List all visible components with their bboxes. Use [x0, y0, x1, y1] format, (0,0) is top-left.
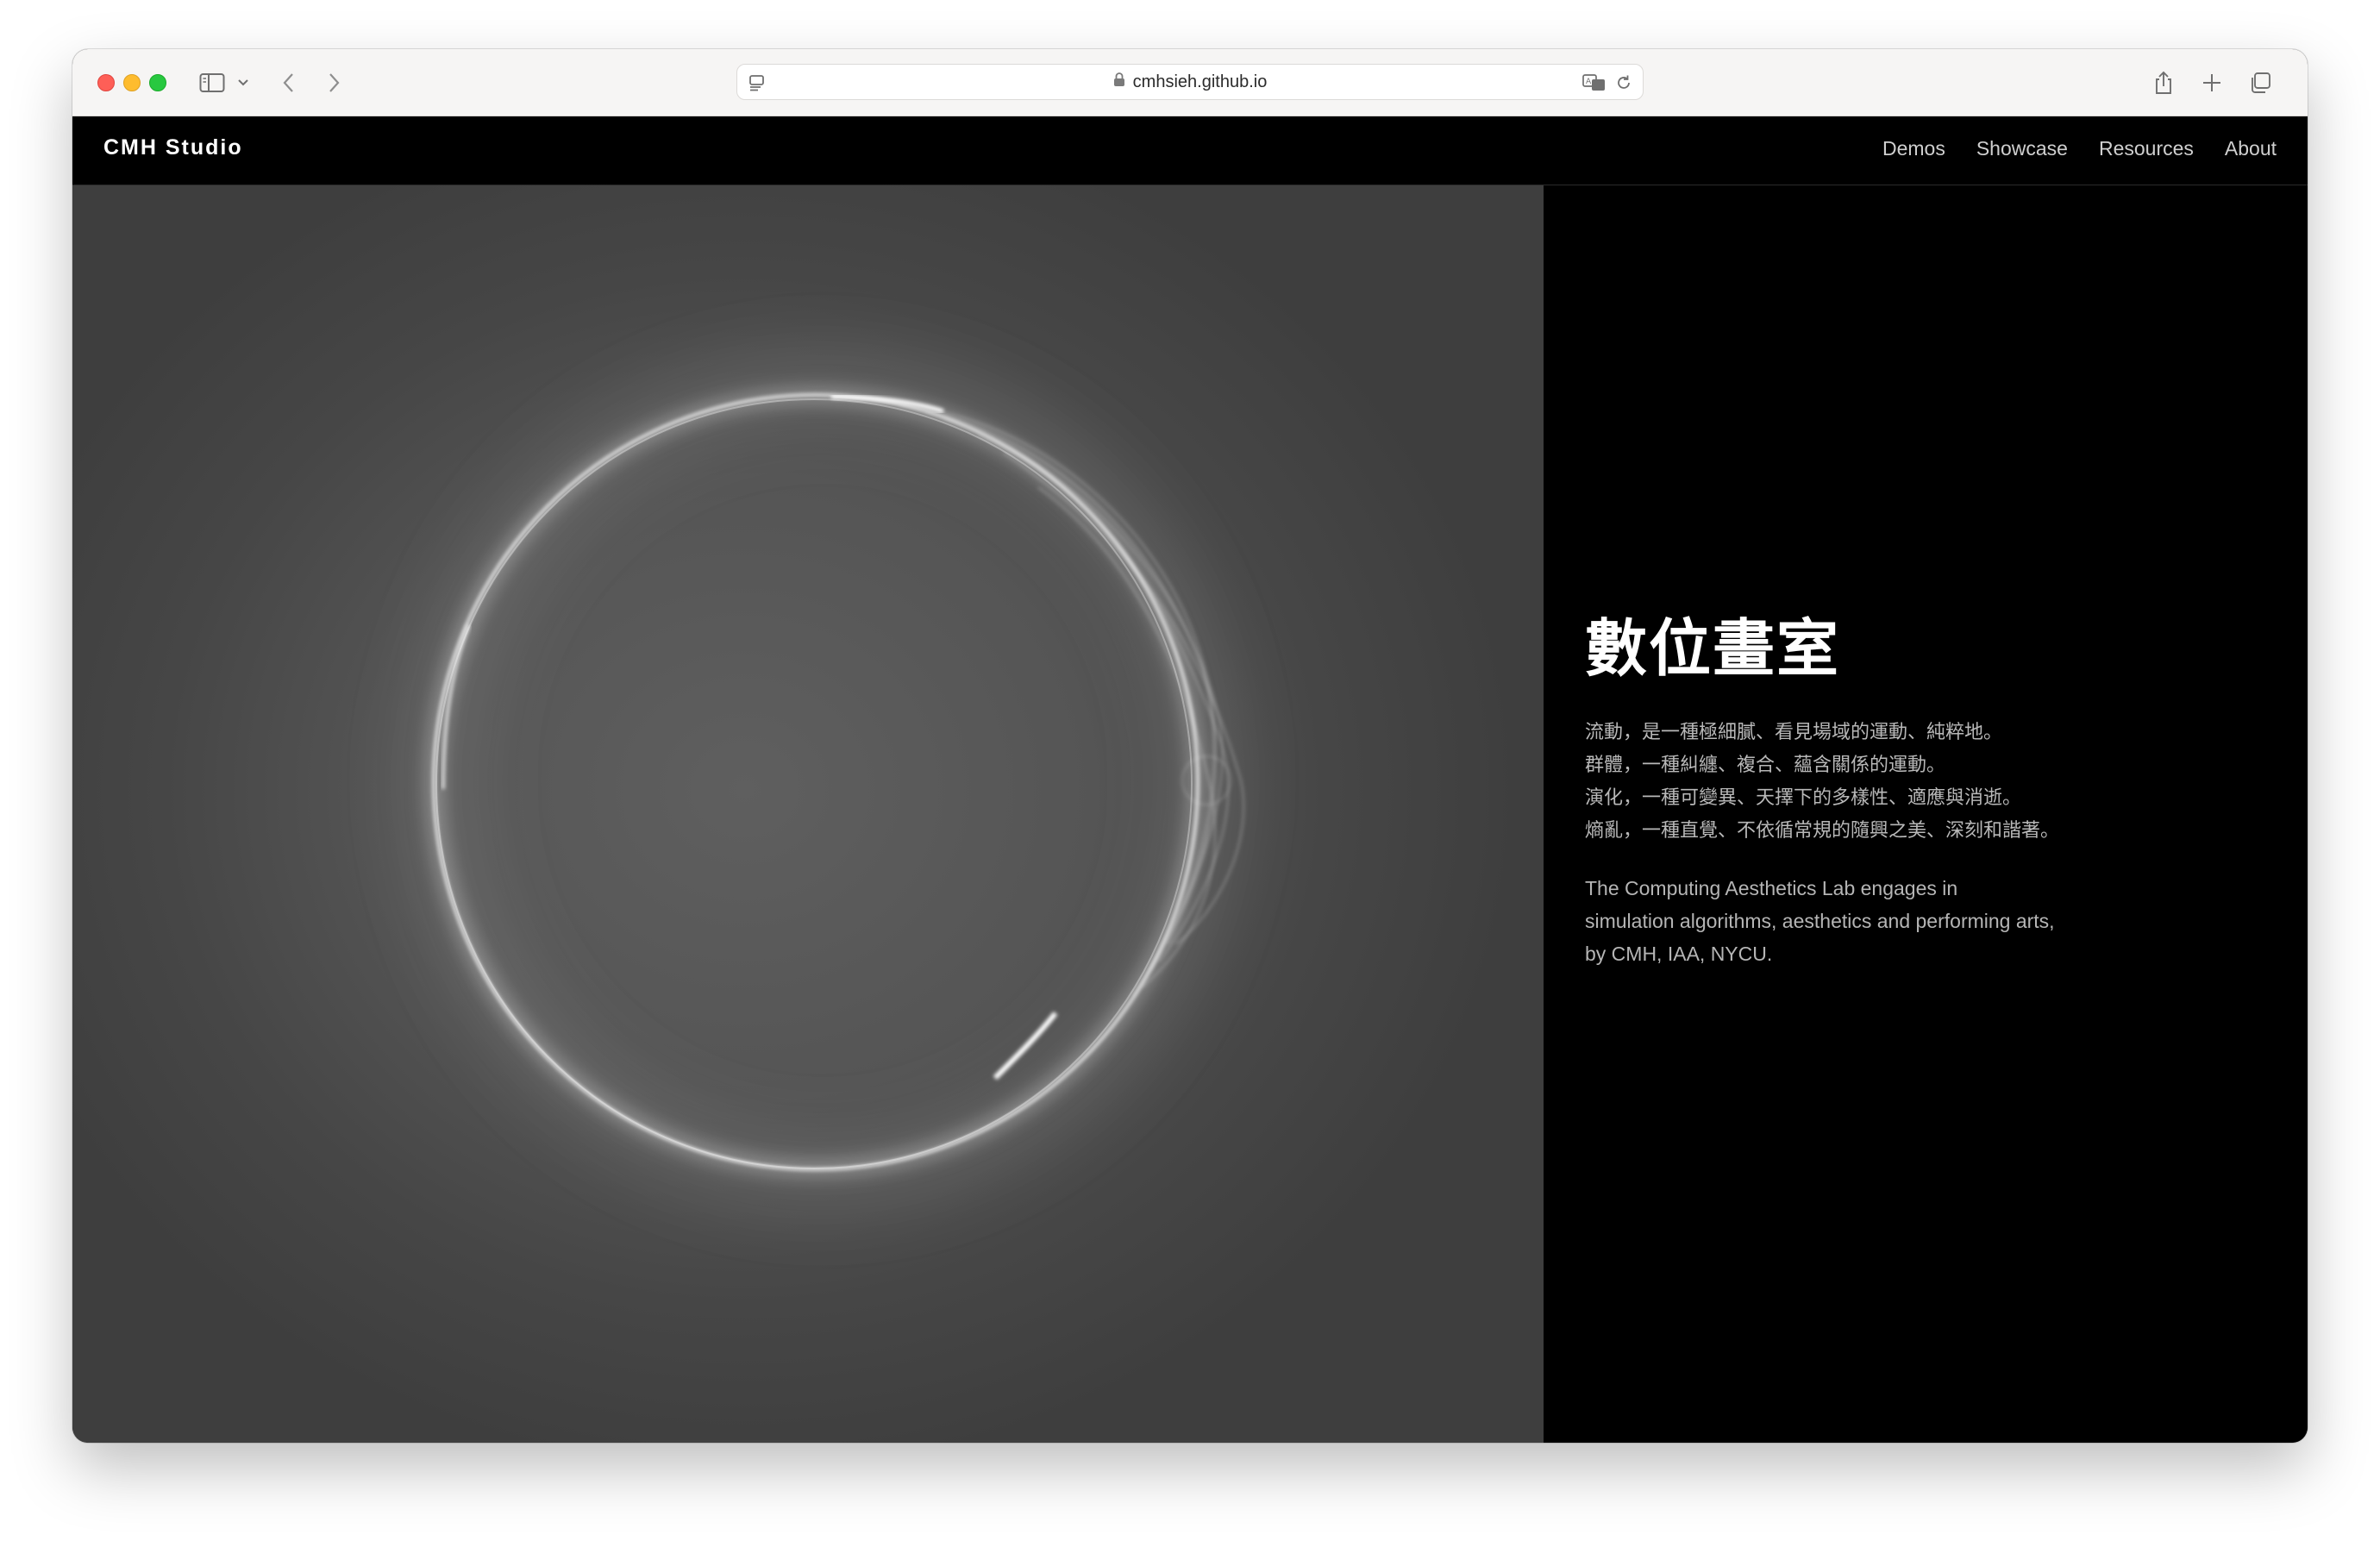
- close-window-button[interactable]: [97, 74, 115, 91]
- address-text-container: cmhsieh.github.io: [737, 65, 1643, 99]
- tab-overview-button[interactable]: [2245, 66, 2275, 99]
- forward-button[interactable]: [323, 66, 345, 99]
- url-text: cmhsieh.github.io: [1132, 72, 1268, 91]
- sidebar-menu-button[interactable]: [236, 66, 250, 99]
- hero-simulation-canvas[interactable]: [72, 185, 1544, 1443]
- new-tab-button[interactable]: [2199, 66, 2225, 99]
- reload-button[interactable]: [1615, 74, 1632, 96]
- address-bar[interactable]: cmhsieh.github.io A: [736, 64, 1644, 100]
- nav-link-showcase[interactable]: Showcase: [1976, 137, 2068, 160]
- svg-text:A: A: [1586, 78, 1592, 86]
- poem-line: 演化，一種可變異、天擇下的多樣性、適應與消逝。: [1585, 787, 2022, 809]
- lock-icon: [1113, 72, 1125, 92]
- intro-panel: 數位畫室 流動，是一種極細膩、看見場域的運動、純粹地。 群體，一種糾纏、複合、蘊…: [1544, 185, 2308, 1443]
- nav-link-about[interactable]: About: [2225, 137, 2277, 160]
- glowing-ring-artwork: [413, 358, 1245, 1203]
- new-tab-icon: [2203, 74, 2220, 91]
- back-button[interactable]: [278, 66, 300, 99]
- minimize-window-button[interactable]: [123, 74, 141, 91]
- translate-icon: A: [1582, 74, 1605, 91]
- description-line: The Computing Aesthetics Lab engages in: [1585, 877, 1958, 899]
- poem-line: 熵亂，一種直覺、不依循常規的隨興之美、深刻和諧著。: [1585, 820, 2060, 842]
- reload-icon: [1618, 75, 1630, 89]
- tab-overview-icon: [2252, 72, 2270, 93]
- forward-icon: [329, 73, 340, 92]
- browser-toolbar: cmhsieh.github.io A: [72, 49, 2308, 116]
- share-icon: [2156, 71, 2171, 94]
- browser-window: cmhsieh.github.io A CMH Studio Demos Sho…: [72, 49, 2308, 1443]
- poem-line: 群體，一種糾纏、複合、蘊含關係的運動。: [1585, 755, 1946, 776]
- translate-button[interactable]: A: [1582, 73, 1606, 97]
- zoom-window-button[interactable]: [149, 74, 166, 91]
- site-header: CMH Studio Demos Showcase Resources Abou…: [72, 116, 2308, 185]
- description-line: simulation algorithms, aesthetics and pe…: [1585, 910, 2055, 932]
- poem-line: 流動，是一種極細膩、看見場域的運動、純粹地。: [1585, 722, 2003, 743]
- poem-text: 流動，是一種極細膩、看見場域的運動、純粹地。 群體，一種糾纏、複合、蘊含關係的運…: [1585, 717, 2059, 848]
- nav-link-demos[interactable]: Demos: [1882, 137, 1945, 160]
- site-nav: Demos Showcase Resources About: [1882, 137, 2277, 160]
- description-line: by CMH, IAA, NYCU.: [1585, 943, 1773, 965]
- sidebar-icon: [199, 73, 225, 92]
- nav-link-resources[interactable]: Resources: [2099, 137, 2194, 160]
- share-button[interactable]: [2151, 66, 2176, 99]
- brand-logo[interactable]: CMH Studio: [103, 135, 243, 160]
- back-icon: [283, 73, 293, 92]
- chevron-down-icon: [238, 79, 248, 86]
- lab-description: The Computing Aesthetics Lab engages in …: [1585, 872, 2120, 970]
- sidebar-toggle-button[interactable]: [197, 66, 228, 99]
- page-title: 數位畫室: [1585, 612, 1841, 685]
